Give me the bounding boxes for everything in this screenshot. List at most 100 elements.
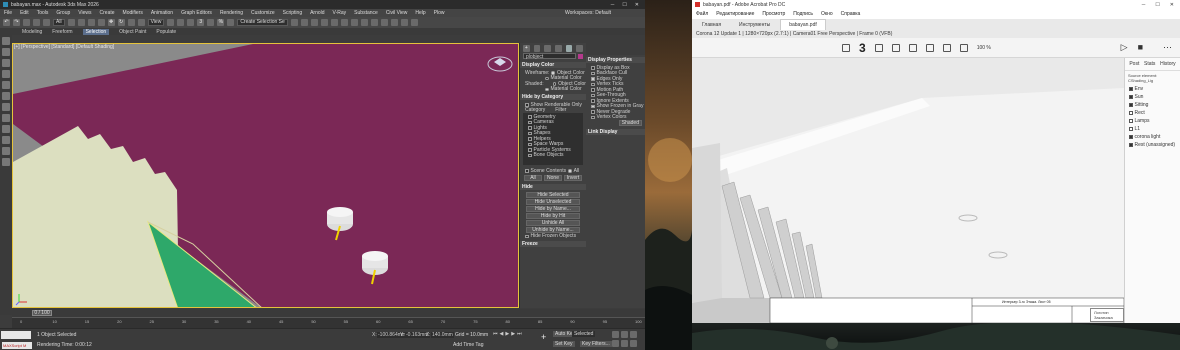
zoom-level[interactable]: 100 % <box>977 45 991 51</box>
perspective-viewport[interactable] <box>12 43 519 308</box>
create-tab-icon[interactable]: + <box>523 45 530 52</box>
display-tab-icon[interactable] <box>565 45 573 52</box>
scale-icon[interactable] <box>127 19 135 26</box>
display-prop-checkbox[interactable] <box>591 82 595 86</box>
prev-frame-icon[interactable]: ◀ <box>500 331 504 337</box>
menu-tools[interactable]: Tools <box>37 10 49 16</box>
unlink-icon[interactable] <box>33 19 40 26</box>
hide-icon[interactable] <box>2 158 10 166</box>
display-prop-checkbox[interactable] <box>591 115 595 119</box>
lightmix-layer-env[interactable]: Env <box>1125 85 1180 93</box>
mirror-icon[interactable] <box>290 19 298 26</box>
menu-edit[interactable]: Edit <box>20 10 29 16</box>
display-icon[interactable] <box>2 81 10 89</box>
all-radio[interactable] <box>568 169 572 173</box>
angle-snap-icon[interactable] <box>207 19 215 26</box>
utilities-tab-icon[interactable] <box>576 45 584 52</box>
zoom-all-icon[interactable] <box>621 331 628 338</box>
display-prop-checkbox[interactable] <box>591 77 595 81</box>
add-time-tag[interactable]: Add Time Tag <box>453 342 483 348</box>
object-color-swatch[interactable] <box>578 53 583 59</box>
rotate-icon[interactable]: ↻ <box>117 19 125 26</box>
category-checkbox[interactable] <box>528 142 532 146</box>
menu-scripting[interactable]: Scripting <box>283 10 302 16</box>
menu-civil-view[interactable]: Civil View <box>386 10 408 16</box>
hide-frozen-checkbox[interactable] <box>525 234 529 238</box>
lightmix-layer-sun[interactable]: Sun <box>1125 93 1180 101</box>
close-button[interactable]: ✕ <box>635 2 639 8</box>
link-icon[interactable] <box>23 19 30 26</box>
menu-file[interactable]: File <box>4 10 12 16</box>
display-properties-rollout[interactable]: Display Properties <box>586 57 645 63</box>
key-filters-button[interactable]: Key Filters... <box>580 341 612 347</box>
undo-icon[interactable]: ↶ <box>3 19 10 26</box>
layer-checkbox[interactable] <box>1129 143 1133 147</box>
window-crossing-icon[interactable] <box>97 19 105 26</box>
crop-icon[interactable] <box>908 43 917 52</box>
layer-icon[interactable] <box>2 114 10 122</box>
play-icon[interactable]: ▶ <box>505 331 509 337</box>
select-by-name-icon[interactable] <box>77 19 85 26</box>
manipulate-icon[interactable] <box>177 19 185 26</box>
layer-checkbox[interactable] <box>1129 95 1133 99</box>
play-render-icon[interactable]: ▷ <box>1121 42 1128 53</box>
reference-coord-dropdown[interactable]: View <box>147 19 165 26</box>
hide-rollout[interactable]: Hide <box>520 183 586 190</box>
save-icon[interactable] <box>842 43 850 52</box>
link-display-rollout[interactable]: Link Display <box>586 128 645 135</box>
vray-icon[interactable] <box>390 19 398 26</box>
category-checkbox[interactable] <box>528 131 532 135</box>
wire-object-color-radio[interactable] <box>551 71 555 75</box>
shaded-material-color-radio[interactable] <box>545 87 549 91</box>
maxscript-listener[interactable]: MAXScript M <box>2 342 32 349</box>
percent-snap-icon[interactable]: % <box>217 19 225 26</box>
menu-substance[interactable]: Substance <box>354 10 378 16</box>
rect-select-icon[interactable] <box>87 19 95 26</box>
time-slider-handle[interactable]: 0 / 100 <box>32 310 52 316</box>
category-checkbox[interactable] <box>528 120 532 124</box>
redo-icon[interactable]: ↷ <box>13 19 20 26</box>
lightmix-layer-lamps[interactable]: Lamps <box>1125 117 1180 125</box>
category-checkbox[interactable] <box>528 137 532 141</box>
category-checkbox[interactable] <box>528 126 532 130</box>
category-checkbox[interactable] <box>528 153 532 157</box>
none-button[interactable]: None <box>544 174 562 181</box>
menu-rendering[interactable]: Rendering <box>220 10 243 16</box>
mini-listener[interactable] <box>1 331 31 339</box>
scene-explorer-icon[interactable] <box>2 103 10 111</box>
display-color-rollout[interactable]: Display Color <box>520 62 586 68</box>
layer-checkbox[interactable] <box>1129 87 1133 91</box>
pivot-icon[interactable] <box>167 19 175 26</box>
next-frame-icon[interactable]: ▶ <box>511 331 515 337</box>
menu-modifiers[interactable]: Modifiers <box>123 10 143 16</box>
goto-end-icon[interactable]: ⏭ <box>517 331 522 337</box>
time-slider[interactable]: 0 / 100 <box>12 309 645 317</box>
sidebar-tab-post[interactable]: Post <box>1129 61 1139 67</box>
unhide-by-name-button[interactable]: Unhide by Name... <box>526 226 580 233</box>
track-bar[interactable]: 0 10 15 20 25 30 35 40 45 50 55 60 65 70 75 80 85 90 95 100 <box>12 317 645 328</box>
display-prop-checkbox[interactable] <box>591 93 595 97</box>
layer-explorer-icon[interactable] <box>310 19 318 26</box>
hide-selected-button[interactable]: Hide Selected <box>526 191 580 198</box>
layer-checkbox[interactable] <box>1129 127 1133 131</box>
corona-icon[interactable] <box>400 19 408 26</box>
minimize-button[interactable]: ─ <box>611 2 615 8</box>
menu-create[interactable]: Create <box>100 10 115 16</box>
acrobat-menu-item[interactable]: Просмотр <box>762 11 785 17</box>
utilities-icon[interactable] <box>2 92 10 100</box>
acrobat-maximize-button[interactable]: ☐ <box>1155 2 1159 8</box>
menu-animation[interactable]: Animation <box>151 10 173 16</box>
hide-by-hit-button[interactable]: Hide by Hit <box>526 212 580 219</box>
workspace-selector[interactable]: Workspaces: Default <box>565 10 611 16</box>
wire-material-color-radio[interactable] <box>545 76 549 80</box>
layer-checkbox[interactable] <box>1129 111 1133 115</box>
acrobat-close-button[interactable]: ✕ <box>1170 2 1174 8</box>
zoom-extents-icon[interactable] <box>630 331 637 338</box>
display-prop-checkbox[interactable] <box>591 99 595 103</box>
goto-start-icon[interactable]: ⏮ <box>493 331 498 337</box>
pdf-render-view[interactable]: Интерьер 3-го Этажа. Лист 05 Логотип Зак… <box>692 58 1124 323</box>
show-renderable-checkbox[interactable] <box>525 103 529 107</box>
hide-by-category-rollout[interactable]: Hide by Category <box>520 94 586 100</box>
options-icon[interactable]: ⋯ <box>1163 42 1172 53</box>
motion-icon[interactable] <box>2 70 10 78</box>
